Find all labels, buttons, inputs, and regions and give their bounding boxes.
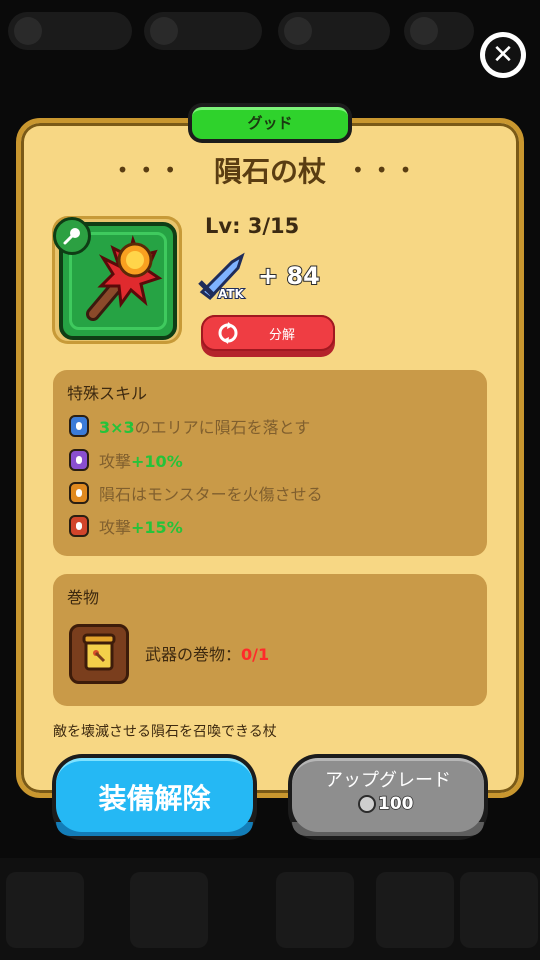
atk-sword-icon: ATK (198, 252, 246, 302)
skill-row: 隕石はモンスターを火傷させる (69, 481, 323, 505)
skill-row: 攻撃+10% (69, 448, 183, 472)
skill-row: 3×3のエリアに隕石を落とす (69, 414, 310, 438)
scroll-label: 武器の巻物：0/1 (145, 645, 270, 664)
background-resource-pill (404, 12, 474, 50)
skills-title: 特殊スキル (67, 384, 148, 403)
scroll-title: 巻物 (67, 588, 100, 607)
atk-bonus: + 84 (257, 261, 321, 291)
upgrade-button[interactable]: アップグレード 100 (288, 754, 488, 840)
upgrade-cost: 100 (358, 793, 414, 815)
item-title-row: ••• 隕石の杖 ••• (40, 150, 500, 190)
recycle-icon (218, 322, 238, 344)
item-name: 隕石の杖 (213, 155, 326, 188)
item-description: 敵を壊滅させる隕石を召喚できる杖 (53, 724, 277, 740)
title-dots-right-icon: ••• (352, 158, 424, 182)
lock-icon (69, 449, 89, 471)
atk-label: ATK (218, 287, 245, 301)
title-dots-left-icon: ••• (116, 158, 188, 182)
lock-icon (69, 482, 89, 504)
scroll-box: 巻物 武器の巻物：0/1 (53, 574, 487, 706)
background-nav-slot (130, 872, 208, 948)
item-level: Lv: 3/15 (205, 214, 300, 238)
key-icon (53, 217, 91, 255)
upgrade-label: アップグレード (325, 770, 451, 791)
rarity-label: グッド (192, 107, 348, 139)
skill-text: 攻撃+15% (99, 518, 183, 537)
coin-icon (358, 795, 376, 813)
background-nav-slot (276, 872, 354, 948)
scroll-count: 0/1 (241, 645, 270, 664)
weapon-scroll-icon[interactable] (69, 624, 129, 684)
background-resource-pill (278, 12, 390, 50)
dismantle-label: 分解 (269, 328, 296, 343)
skill-text: 3×3のエリアに隕石を落とす (99, 418, 311, 437)
background-top-bar (0, 0, 540, 70)
close-button[interactable]: ✕ (480, 32, 526, 78)
background-resource-pill (144, 12, 262, 50)
dismantle-button[interactable]: 分解 (201, 315, 335, 357)
background-nav-slot (6, 872, 84, 948)
background-nav-slot (460, 872, 538, 948)
skill-row: 攻撃+15% (69, 514, 183, 538)
skill-text: 攻撃+10% (99, 452, 183, 471)
background-nav-slot (376, 872, 454, 948)
special-skills-box: 特殊スキル 3×3のエリアに隕石を落とす 攻撃+10% 隕石はモンスターを火傷さ… (53, 370, 487, 556)
background-resource-pill (8, 12, 132, 50)
lock-icon (69, 415, 89, 437)
lock-icon (69, 515, 89, 537)
skill-text: 隕石はモンスターを火傷させる (99, 485, 323, 504)
unequip-button[interactable]: 装備解除 (52, 754, 257, 840)
rarity-tab: グッド (188, 103, 352, 143)
unequip-label: 装備解除 (98, 781, 211, 815)
close-icon: ✕ (485, 37, 521, 73)
